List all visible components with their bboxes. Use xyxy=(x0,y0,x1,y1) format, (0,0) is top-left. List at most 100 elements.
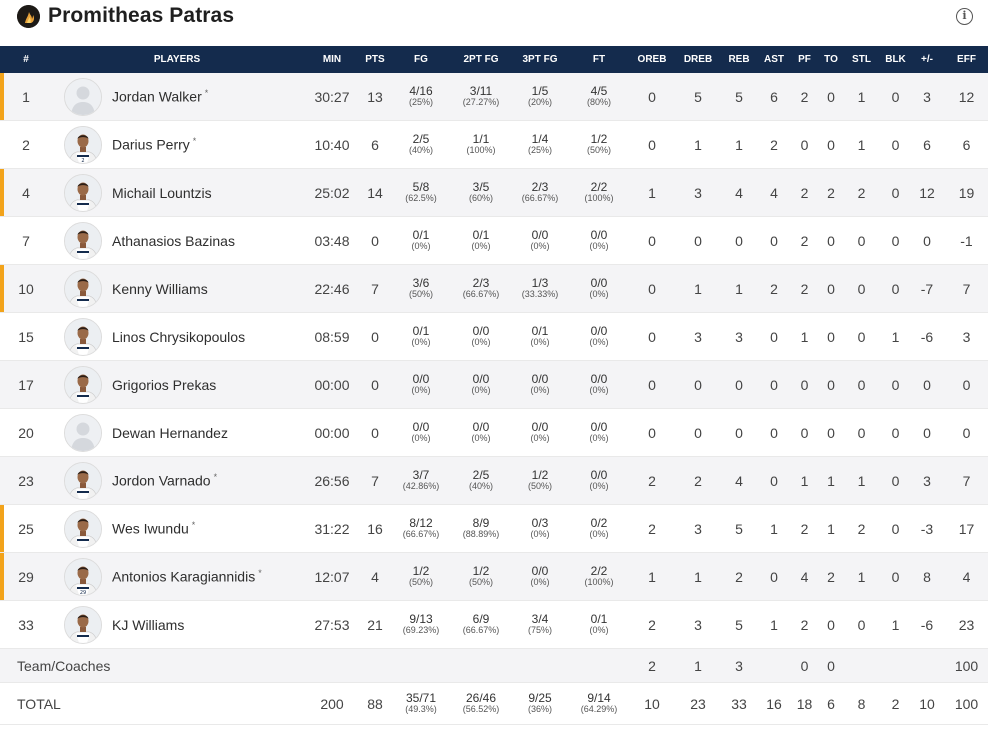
player-name-link[interactable]: Antonios Karagiannidis * xyxy=(112,568,262,585)
three-point-fg-made-attempted: 1/4 xyxy=(531,132,549,146)
player-name-link[interactable]: Michail Lountzis xyxy=(112,185,212,201)
table-row[interactable]: 17 Grigorios Prekas 00:00 0 0/0 (0%) 0/0 (0%) 0/… xyxy=(0,360,988,409)
stat-pm: -3 xyxy=(909,504,945,553)
table-row[interactable]: 23 Jordon Varnado * 26:56 7 3/7 (42.86%) 2/5 (40… xyxy=(0,456,988,505)
field-goals-made-attempted: 0/1 xyxy=(412,228,430,242)
player-cell[interactable]: Athanasios Bazinas xyxy=(52,216,302,265)
free-throws-percentage: (0%) xyxy=(589,625,609,635)
column-header[interactable]: PLAYERS xyxy=(52,46,302,73)
player-avatar[interactable] xyxy=(64,365,102,404)
two-point-fg-made-attempted: 1/2 xyxy=(472,564,490,578)
minutes: 22:46 xyxy=(302,264,362,313)
column-header[interactable]: BLK xyxy=(882,46,909,73)
player-avatar[interactable] xyxy=(64,317,102,356)
player-cell[interactable]: Linos Chrysikopoulos xyxy=(52,312,302,361)
player-name-link[interactable]: Wes Iwundu * xyxy=(112,520,195,537)
column-header[interactable]: # xyxy=(0,46,52,73)
player-avatar[interactable] xyxy=(64,413,102,452)
column-header[interactable]: STL xyxy=(841,46,882,73)
field-goals: 1/2 (50%) xyxy=(388,552,454,601)
field-goals-made-attempted: 3/6 xyxy=(412,276,430,290)
player-avatar[interactable] xyxy=(64,269,102,308)
column-header[interactable]: PTS xyxy=(362,46,388,73)
field-goals-percentage: (69.23%) xyxy=(402,625,440,635)
player-avatar[interactable] xyxy=(64,461,102,500)
points: 13 xyxy=(362,73,388,121)
two-point-fg: 0/1 (0%) xyxy=(454,216,508,265)
table-row[interactable]: 29 29 Antonios Karagiannidis * 12:07 4 1/2 (50%… xyxy=(0,552,988,601)
table-row[interactable]: 15 Linos Chrysikopoulos 08:59 0 0/1 (0%) 0/0 (0… xyxy=(0,312,988,361)
two-point-fg: 0/0 (0%) xyxy=(454,360,508,409)
stat-stl: 2 xyxy=(841,504,882,553)
table-row[interactable]: 4 Michail Lountzis 25:02 14 5/8 (62.5%) 3/5 (60… xyxy=(0,168,988,217)
column-header[interactable]: FT xyxy=(572,46,626,73)
player-cell[interactable]: Grigorios Prekas xyxy=(52,360,302,409)
stat-dreb: 1 xyxy=(678,120,718,169)
column-header[interactable]: FG xyxy=(388,46,454,73)
player-name-link[interactable]: Jordon Varnado * xyxy=(112,472,217,489)
player-cell[interactable]: Jordon Varnado * xyxy=(52,456,302,505)
player-cell[interactable]: Michail Lountzis xyxy=(52,168,302,217)
player-avatar[interactable] xyxy=(64,77,102,116)
column-header[interactable]: 2PT FG xyxy=(454,46,508,73)
player-name-link[interactable]: Darius Perry * xyxy=(112,136,196,153)
table-row[interactable]: 20 Dewan Hernandez 00:00 0 0/0 (0%) 0/0 (0%) 0/0… xyxy=(0,408,988,457)
player-name-link[interactable]: Athanasios Bazinas xyxy=(112,233,235,249)
player-cell[interactable]: Jordan Walker * xyxy=(52,73,302,121)
player-avatar[interactable] xyxy=(64,509,102,548)
free-throws: 0/0 (0%) xyxy=(572,312,626,361)
column-header[interactable]: 3PT FG xyxy=(508,46,572,73)
player-name-link[interactable]: KJ Williams xyxy=(112,617,184,633)
table-row[interactable]: 33 KJ Williams 27:53 21 9/13 (69.23%) 6/9 (66.6… xyxy=(0,600,988,649)
column-header[interactable]: OREB xyxy=(626,46,678,73)
column-header[interactable]: EFF xyxy=(945,46,988,73)
table-row[interactable]: 7 Athanasios Bazinas 03:48 0 0/1 (0%) 0/1 (0%) 0… xyxy=(0,216,988,265)
player-avatar[interactable] xyxy=(64,173,102,212)
table-header-row: # PLAYERS MIN PTS FG 2PT FG 3PT FG FT OREB DREB RE… xyxy=(0,46,988,73)
field-goals-percentage: (42.86%) xyxy=(402,481,440,491)
player-name-link[interactable]: Jordan Walker * xyxy=(112,88,208,105)
stat-pf: 1 xyxy=(788,456,821,505)
field-goals: 8/12 (66.67%) xyxy=(388,504,454,553)
stat-pf: 1 xyxy=(788,312,821,361)
info-icon[interactable]: i xyxy=(956,8,973,25)
player-name-link[interactable]: Kenny Williams xyxy=(112,281,208,297)
column-header[interactable]: DREB xyxy=(678,46,718,73)
column-header[interactable]: REB xyxy=(718,46,760,73)
player-cell[interactable]: KJ Williams xyxy=(52,600,302,649)
stat-dreb: 3 xyxy=(678,312,718,361)
player-avatar[interactable] xyxy=(64,221,102,260)
player-name-link[interactable]: Dewan Hernandez xyxy=(112,425,228,441)
total-minutes: 200 xyxy=(302,682,362,725)
three-point-fg: 1/2 (50%) xyxy=(508,456,572,505)
player-cell[interactable]: 29 Antonios Karagiannidis * xyxy=(52,552,302,601)
table-row[interactable]: 2 2 Darius Perry * 10:40 6 2/5 (40%) 1/1 (100%) 1/… xyxy=(0,120,988,169)
table-row[interactable]: 1 Jordan Walker * 30:27 13 4/16 (25%) 3/11 (27.2… xyxy=(0,73,988,121)
three-point-fg-percentage: (33.33%) xyxy=(521,289,559,299)
column-header[interactable]: TO xyxy=(821,46,841,73)
column-header[interactable]: AST xyxy=(760,46,788,73)
player-cell[interactable]: Dewan Hernandez xyxy=(52,408,302,457)
column-header[interactable]: PF xyxy=(788,46,821,73)
column-header[interactable]: +/- xyxy=(909,46,945,73)
stat-pf: 0 xyxy=(788,408,821,457)
column-header[interactable]: MIN xyxy=(302,46,362,73)
player-avatar[interactable] xyxy=(64,605,102,644)
player-avatar[interactable]: 29 xyxy=(64,557,102,596)
field-goals: 3/6 (50%) xyxy=(388,264,454,313)
team-stat-blk xyxy=(882,648,909,683)
player-cell[interactable]: Wes Iwundu * xyxy=(52,504,302,553)
player-cell[interactable]: 2 Darius Perry * xyxy=(52,120,302,169)
player-avatar[interactable]: 2 xyxy=(64,125,102,164)
player-cell[interactable]: Kenny Williams xyxy=(52,264,302,313)
two-point-fg: 1/1 (100%) xyxy=(454,120,508,169)
table-row[interactable]: 10 Kenny Williams 22:46 7 3/6 (50%) 2/3 (66.67%… xyxy=(0,264,988,313)
minutes: 12:07 xyxy=(302,552,362,601)
player-name-link[interactable]: Linos Chrysikopoulos xyxy=(112,329,245,345)
three-point-fg: 0/1 (0%) xyxy=(508,312,572,361)
player-name-link[interactable]: Grigorios Prekas xyxy=(112,377,216,393)
table-row[interactable]: 25 Wes Iwundu * 31:22 16 8/12 (66.67%) 8/9 (88.8… xyxy=(0,504,988,553)
player-number: 2 xyxy=(0,120,52,169)
stat-to: 1 xyxy=(821,504,841,553)
total-two-point-fg: 26/46 (56.52%) xyxy=(454,682,508,725)
